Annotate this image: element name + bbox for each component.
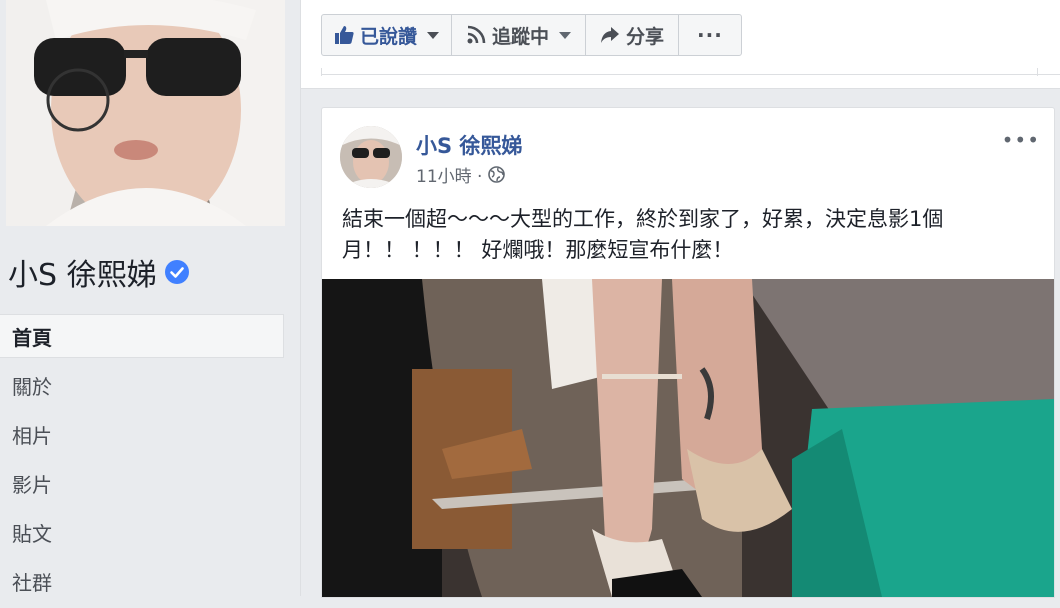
post-message: 結束一個超～～～大型的工作，終於到家了，好累，決定息影1個 月！！ ！！！ 好爛… [342, 207, 944, 262]
like-button-label: 已說讚 [360, 25, 418, 48]
post-time-text[interactable]: 11小時 · [416, 162, 482, 187]
profile-photo[interactable] [6, 0, 285, 226]
post-card: 小S 徐熙娣 11小時 · ••• 結束一個超～～～大型的工作，終於到家了，好累… [321, 107, 1055, 598]
avatar-image [340, 126, 402, 188]
chevron-down-icon [427, 31, 440, 39]
nav-item-about[interactable]: 關於 [0, 363, 284, 407]
nav-item-videos[interactable]: 影片 [0, 461, 284, 505]
follow-button-label: 追蹤中 [492, 25, 550, 48]
nav-item-photos[interactable]: 相片 [0, 412, 284, 456]
action-button-group: 已說讚 追蹤中 分享 ··· [321, 14, 742, 56]
verified-badge-icon [164, 260, 189, 284]
profile-name[interactable]: 小S 徐熙娣 [8, 250, 189, 294]
share-arrow-icon [601, 27, 620, 43]
divider-tick [1037, 68, 1038, 76]
page-nav: 首頁 關於 相片 影片 貼文 社群 [0, 314, 284, 608]
composer-divider [321, 74, 1060, 75]
profile-photo-image [6, 0, 285, 226]
thumbs-up-icon [335, 26, 354, 44]
share-button-label: 分享 [626, 25, 665, 48]
nav-item-community[interactable]: 社群 [0, 559, 284, 603]
rss-icon [467, 25, 486, 44]
post-timestamp[interactable]: 11小時 · [416, 162, 506, 187]
more-options-label: ··· [697, 23, 723, 47]
post-menu-button[interactable]: ••• [1002, 128, 1040, 152]
nav-item-home[interactable]: 首頁 [0, 314, 284, 358]
column-divider [300, 0, 301, 596]
like-button[interactable]: 已說讚 [322, 15, 453, 55]
nav-item-posts[interactable]: 貼文 [0, 510, 284, 554]
post-author[interactable]: 小S 徐熙娣 [416, 130, 522, 160]
chevron-down-icon [559, 31, 572, 39]
globe-icon [488, 166, 506, 183]
post-photo-image [322, 279, 1054, 597]
divider-tick [321, 68, 322, 76]
share-button[interactable]: 分享 [586, 15, 680, 55]
more-options-button[interactable]: ··· [679, 15, 741, 55]
page-action-bar: 已說讚 追蹤中 分享 ··· [301, 0, 1060, 89]
profile-name-text[interactable]: 小S 徐熙娣 [8, 250, 157, 294]
left-column: 小S 徐熙娣 首頁 關於 相片 影片 貼文 社群 [0, 0, 300, 596]
follow-button[interactable]: 追蹤中 [452, 15, 587, 55]
post-avatar[interactable] [340, 126, 402, 188]
post-photo[interactable] [322, 279, 1054, 597]
